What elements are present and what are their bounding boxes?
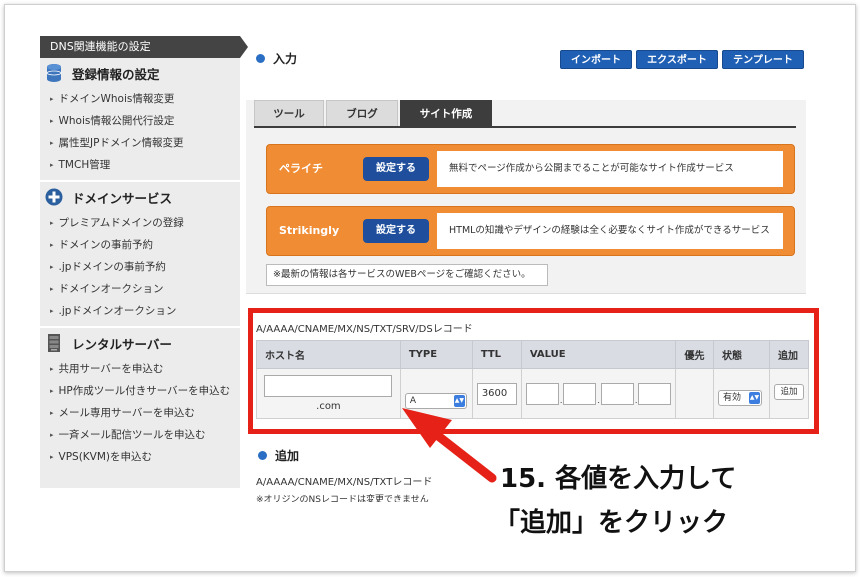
sidebar-item[interactable]: HP作成ツール付きサーバーを申込む	[40, 380, 240, 402]
notice-text: ※最新の情報は各サービスのWEBページをご確認ください。	[266, 264, 548, 286]
sidebar-item[interactable]: Whois情報公開代行設定	[40, 110, 240, 132]
service-name: ペライチ	[279, 162, 323, 175]
add-record-label: A/AAAA/CNAME/MX/NS/TXTレコード	[256, 477, 433, 488]
sidebar-item[interactable]: ドメインの事前予約	[40, 234, 240, 256]
sidebar-item[interactable]: メール専用サーバーを申込む	[40, 402, 240, 424]
sidebar-item[interactable]: .jpドメインの事前予約	[40, 256, 240, 278]
add-note: ※オリジンのNSレコードは変更できません	[256, 495, 429, 502]
tab-site-creation[interactable]: サイト作成	[400, 100, 492, 126]
sidebar: DNS関連機能の設定 登録情報の設定 ドメインWhois情報変更 Whois情報…	[40, 36, 248, 488]
sidebar-section-registration: 登録情報の設定 ドメインWhois情報変更 Whois情報公開代行設定 属性型J…	[40, 58, 240, 182]
top-button-group: インポート エクスポート テンプレート	[560, 50, 804, 69]
service-peraichi: ペライチ 設定する 無料でページ作成から公開までることが可能なサイト作成サービス	[266, 144, 795, 194]
template-button[interactable]: テンプレート	[722, 50, 804, 69]
sidebar-item[interactable]: 共用サーバーを申込む	[40, 358, 240, 380]
bullet-icon	[258, 451, 267, 460]
tab-panel: ツール ブログ サイト作成 ペライチ 設定する 無料でページ作成から公開までるこ…	[246, 100, 806, 294]
server-icon	[44, 333, 64, 353]
plus-circle-icon	[44, 187, 64, 207]
export-button[interactable]: エクスポート	[636, 50, 718, 69]
strikingly-settings-button[interactable]: 設定する	[363, 219, 429, 243]
sidebar-current-item[interactable]: DNS関連機能の設定	[40, 36, 248, 58]
callout-line-1: 15. 各値を入力して	[500, 464, 737, 494]
service-description: HTMLの知識やデザインの経験は全く必要なくサイト作成ができるサービス	[437, 213, 783, 249]
sidebar-section-domain-service: ドメインサービス プレミアムドメインの登録 ドメインの事前予約 .jpドメインの…	[40, 182, 240, 328]
sidebar-item[interactable]: ドメインWhois情報変更	[40, 88, 240, 110]
tab-blog[interactable]: ブログ	[326, 100, 398, 126]
database-icon	[44, 63, 64, 83]
peraichi-settings-button[interactable]: 設定する	[363, 157, 429, 181]
sidebar-item[interactable]: 一斉メール配信ツールを申込む	[40, 424, 240, 446]
service-strikingly: Strikingly 設定する HTMLの知識やデザインの経験は全く必要なくサイ…	[266, 206, 795, 256]
bullet-icon	[256, 54, 265, 63]
sidebar-item[interactable]: .jpドメインオークション	[40, 300, 240, 322]
add-section-title: 追加	[258, 447, 299, 464]
tab-underline	[254, 126, 796, 128]
import-button[interactable]: インポート	[560, 50, 632, 69]
tab-bar: ツール ブログ サイト作成	[254, 100, 494, 126]
sidebar-section-title: レンタルサーバー	[40, 328, 240, 358]
highlight-box	[248, 308, 819, 434]
sidebar-item[interactable]: 属性型JPドメイン情報変更	[40, 132, 240, 154]
sidebar-section-title: ドメインサービス	[40, 182, 240, 212]
sidebar-section-rental-server: レンタルサーバー 共用サーバーを申込む HP作成ツール付きサーバーを申込む メー…	[40, 328, 240, 472]
service-description: 無料でページ作成から公開までることが可能なサイト作成サービス	[437, 151, 783, 187]
sidebar-section-title: 登録情報の設定	[40, 58, 240, 88]
sidebar-item[interactable]: プレミアムドメインの登録	[40, 212, 240, 234]
tab-tool[interactable]: ツール	[254, 100, 324, 126]
callout-line-2: 「追加」をクリック	[494, 508, 729, 538]
sidebar-item[interactable]: TMCH管理	[40, 154, 240, 176]
sidebar-item[interactable]: ドメインオークション	[40, 278, 240, 300]
sidebar-item[interactable]: VPS(KVM)を申込む	[40, 446, 240, 468]
service-name: Strikingly	[279, 224, 340, 237]
input-section-title: 入力	[252, 50, 297, 67]
